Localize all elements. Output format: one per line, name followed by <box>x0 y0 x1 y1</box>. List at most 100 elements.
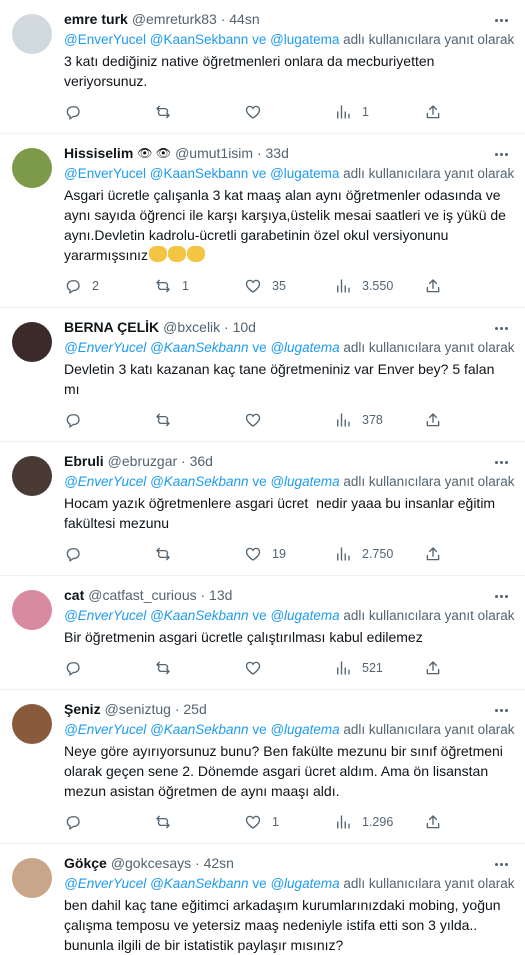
mention-link[interactable]: @lugatema <box>270 166 339 181</box>
handle-and-time[interactable]: @catfast_curious · 13d <box>88 586 232 605</box>
like-button[interactable]: 1 <box>244 813 304 831</box>
views-button[interactable]: 2.750 <box>334 545 394 563</box>
mention-link[interactable]: @EnverYucel <box>64 474 146 489</box>
handle-and-time[interactable]: @gokcesays · 42sn <box>111 854 234 873</box>
like-button[interactable]: 19 <box>244 545 304 563</box>
mention-link[interactable]: @EnverYucel <box>64 608 146 623</box>
views-button[interactable]: 521 <box>334 659 394 677</box>
more-icon <box>494 18 498 22</box>
handle-and-time[interactable]: @emreturk83 · 44sn <box>132 10 260 29</box>
display-name[interactable]: Ebruli <box>64 452 104 471</box>
display-name[interactable]: Gökçe <box>64 854 107 873</box>
heart-icon <box>245 547 261 561</box>
avatar[interactable] <box>12 590 52 630</box>
reply-button[interactable] <box>64 103 124 121</box>
tweet[interactable]: Ebruli @ebruzgar · 36d @EnverYucel @Kaan… <box>0 442 525 576</box>
mention-link[interactable]: @KaanSekbann <box>150 340 249 355</box>
like-button[interactable]: 35 <box>244 277 304 295</box>
mention-link[interactable]: @EnverYucel <box>64 166 146 181</box>
more-options-button[interactable] <box>491 454 511 470</box>
share-button[interactable] <box>424 545 444 563</box>
reply-icon <box>66 106 80 121</box>
tweet[interactable]: Gökçe @gokcesays · 42sn @EnverYucel @Kaa… <box>0 844 525 955</box>
retweet-button[interactable] <box>154 545 214 563</box>
handle-and-time[interactable]: @bxcelik · 10d <box>163 318 256 337</box>
retweet-button[interactable] <box>154 659 214 677</box>
reply-button[interactable] <box>64 813 124 831</box>
tweet[interactable]: Şeniz @seniztug · 25d @EnverYucel @KaanS… <box>0 690 525 844</box>
mention-link[interactable]: @EnverYucel <box>64 876 146 891</box>
views-button[interactable]: 1 <box>334 103 394 121</box>
mention-link[interactable]: @EnverYucel <box>64 722 146 737</box>
share-button[interactable] <box>424 103 444 121</box>
tweet-text: Hocam yazık öğretmenlere asgari ücret ne… <box>64 493 513 533</box>
tweet-body: Gökçe @gokcesays · 42sn @EnverYucel @Kaa… <box>64 854 514 955</box>
handle-and-time[interactable]: @seniztug · 25d <box>105 700 207 719</box>
like-button[interactable] <box>244 411 304 429</box>
display-name[interactable]: Hissiselim <box>64 144 133 163</box>
tweet-text: 3 katı dediğiniz native öğretmenleri onl… <box>64 51 513 91</box>
mention-link[interactable]: @KaanSekbann <box>150 876 249 891</box>
display-name[interactable]: emre turk <box>64 10 128 29</box>
reply-context: @EnverYucel @KaanSekbann ve @lugatema ad… <box>64 164 514 183</box>
mention-link[interactable]: @lugatema <box>270 340 339 355</box>
mention-link[interactable]: @lugatema <box>270 608 339 623</box>
mention-link[interactable]: @EnverYucel <box>64 32 146 47</box>
display-name[interactable]: cat <box>64 586 84 605</box>
share-button[interactable] <box>424 277 444 295</box>
retweet-button[interactable]: 1 <box>154 277 214 295</box>
avatar[interactable] <box>12 704 52 744</box>
handle-and-time[interactable]: @ebruzgar · 36d <box>108 452 213 471</box>
retweet-button[interactable] <box>154 813 214 831</box>
clapping-hands-emoji <box>168 246 187 262</box>
mention-link[interactable]: @KaanSekbann <box>150 608 249 623</box>
display-name[interactable]: BERNA ÇELİK <box>64 318 159 337</box>
share-button[interactable] <box>424 813 444 831</box>
display-name[interactable]: Şeniz <box>64 700 101 719</box>
mention-link[interactable]: @EnverYucel <box>64 340 146 355</box>
like-button[interactable] <box>244 659 304 677</box>
handle-and-time[interactable]: @umut1isim · 33d <box>175 144 289 163</box>
retweet-button[interactable] <box>154 103 214 121</box>
more-options-button[interactable] <box>491 702 511 718</box>
mention-link[interactable]: @KaanSekbann <box>150 474 249 489</box>
mention-link[interactable]: @KaanSekbann <box>150 166 249 181</box>
mention-link[interactable]: @lugatema <box>270 32 339 47</box>
share-button[interactable] <box>424 659 444 677</box>
avatar[interactable] <box>12 14 52 54</box>
views-button[interactable]: 378 <box>334 411 394 429</box>
heart-icon <box>245 815 261 829</box>
tweet-actions: 1 <box>64 95 444 129</box>
avatar[interactable] <box>12 858 52 898</box>
views-button[interactable]: 1.296 <box>334 813 394 831</box>
like-button[interactable] <box>244 103 304 121</box>
mention-link[interactable]: @lugatema <box>270 474 339 489</box>
avatar[interactable] <box>12 322 52 362</box>
reply-button[interactable] <box>64 659 124 677</box>
tweet-header: Şeniz @seniztug · 25d <box>64 700 513 719</box>
avatar[interactable] <box>12 456 52 496</box>
reply-button[interactable] <box>64 545 124 563</box>
reply-button[interactable] <box>64 411 124 429</box>
mention-link[interactable]: @lugatema <box>270 722 339 737</box>
tweet[interactable]: emre turk @emreturk83 · 44sn @EnverYucel… <box>0 0 525 134</box>
analytics-icon <box>337 815 350 829</box>
more-options-button[interactable] <box>491 12 511 28</box>
more-options-button[interactable] <box>491 146 511 162</box>
mention-link[interactable]: @KaanSekbann <box>150 722 249 737</box>
reply-suffix: adlı kullanıcılara yanıt olarak <box>343 340 515 355</box>
more-options-button[interactable] <box>491 320 511 336</box>
more-options-button[interactable] <box>491 588 511 604</box>
tweet[interactable]: BERNA ÇELİK @bxcelik · 10d @EnverYucel @… <box>0 308 525 442</box>
mention-conjunction: ve <box>252 340 267 355</box>
tweet[interactable]: cat @catfast_curious · 13d @EnverYucel @… <box>0 576 525 690</box>
tweet[interactable]: Hissiselim 👁 👁 @umut1isim · 33d @EnverYu… <box>0 134 525 308</box>
views-button[interactable]: 3.550 <box>334 277 394 295</box>
retweet-button[interactable] <box>154 411 214 429</box>
more-options-button[interactable] <box>491 856 511 872</box>
mention-link[interactable]: @KaanSekbann <box>150 32 249 47</box>
mention-link[interactable]: @lugatema <box>270 876 339 891</box>
share-button[interactable] <box>424 411 444 429</box>
avatar[interactable] <box>12 148 52 188</box>
reply-button[interactable]: 2 <box>64 277 124 295</box>
